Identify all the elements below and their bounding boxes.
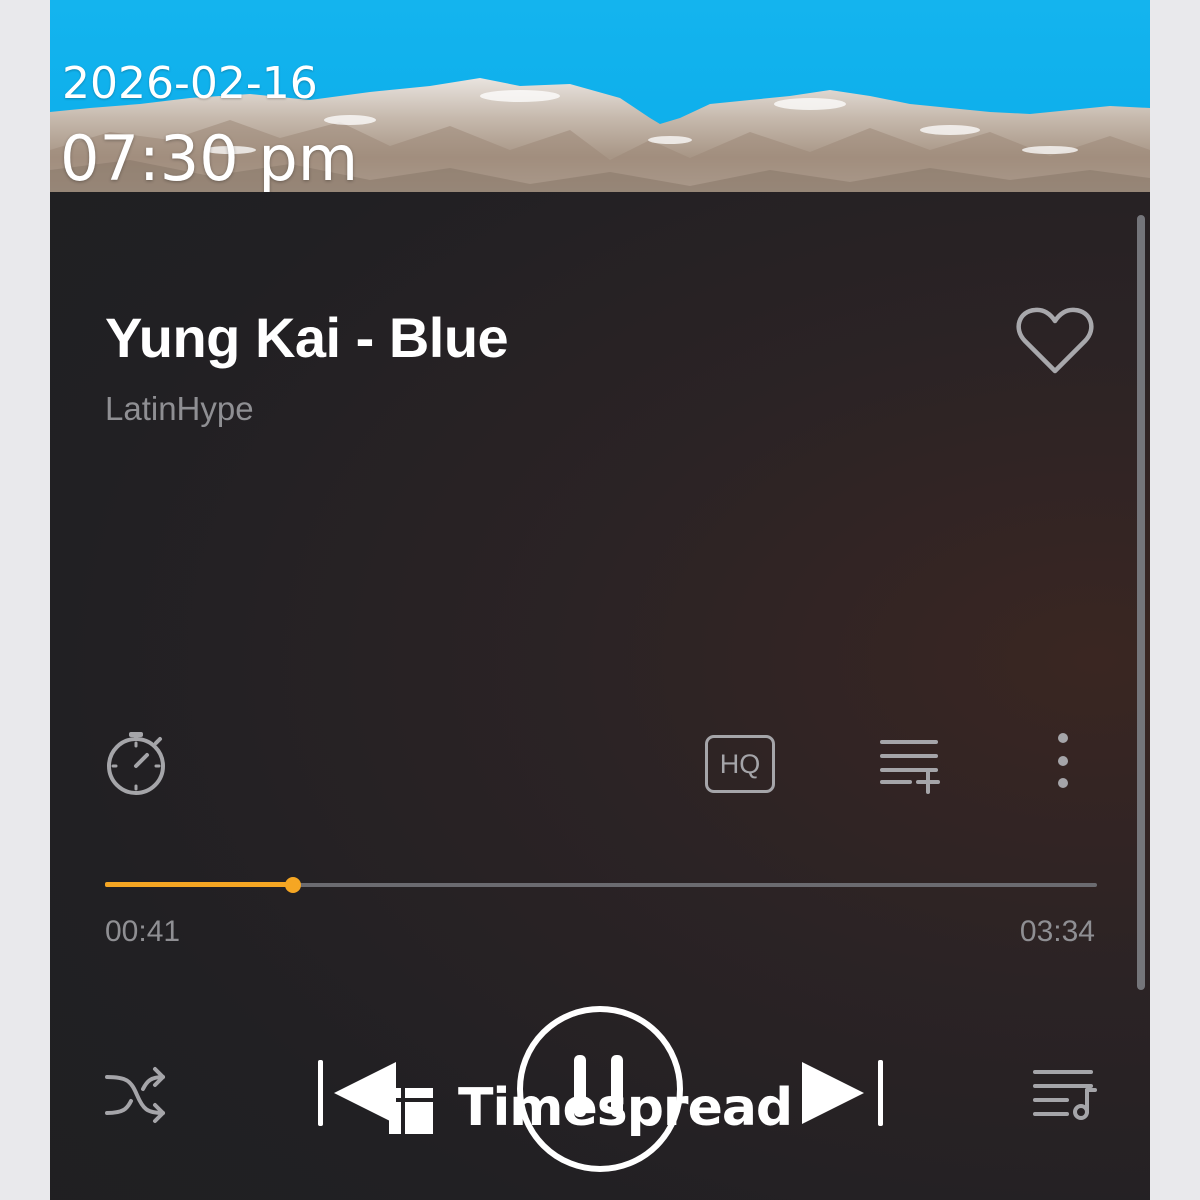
watermark-text: Timespread xyxy=(458,1078,793,1138)
heart-outline-icon[interactable] xyxy=(1015,305,1095,377)
timespread-logo-icon xyxy=(389,1088,433,1134)
scrollbar[interactable] xyxy=(1137,215,1145,990)
status-date: 2026-02-16 xyxy=(62,58,318,109)
skip-next-icon[interactable] xyxy=(798,1058,888,1128)
shuffle-icon[interactable] xyxy=(105,1065,169,1125)
track-artist[interactable]: LatinHype xyxy=(105,390,254,428)
track-title: Yung Kai - Blue xyxy=(105,306,509,369)
wallpaper-header: 2026-02-16 07:30 pm xyxy=(50,0,1150,192)
total-duration: 03:34 xyxy=(1019,915,1095,948)
progress-fill xyxy=(105,882,294,887)
stopwatch-icon[interactable] xyxy=(105,730,169,796)
more-vertical-icon[interactable] xyxy=(1051,730,1075,790)
progress-handle[interactable] xyxy=(285,877,302,893)
hq-quality-button[interactable]: HQ xyxy=(705,735,775,793)
elapsed-time: 00:41 xyxy=(105,915,181,948)
music-player-screen: 2026-02-16 07:30 pm Yung Kai - Blue Lati… xyxy=(50,0,1150,1200)
playlist-add-icon[interactable] xyxy=(880,738,942,794)
playback-progress-slider[interactable] xyxy=(105,875,1097,895)
queue-music-icon[interactable] xyxy=(1033,1068,1099,1120)
status-time: 07:30 pm xyxy=(60,122,359,192)
